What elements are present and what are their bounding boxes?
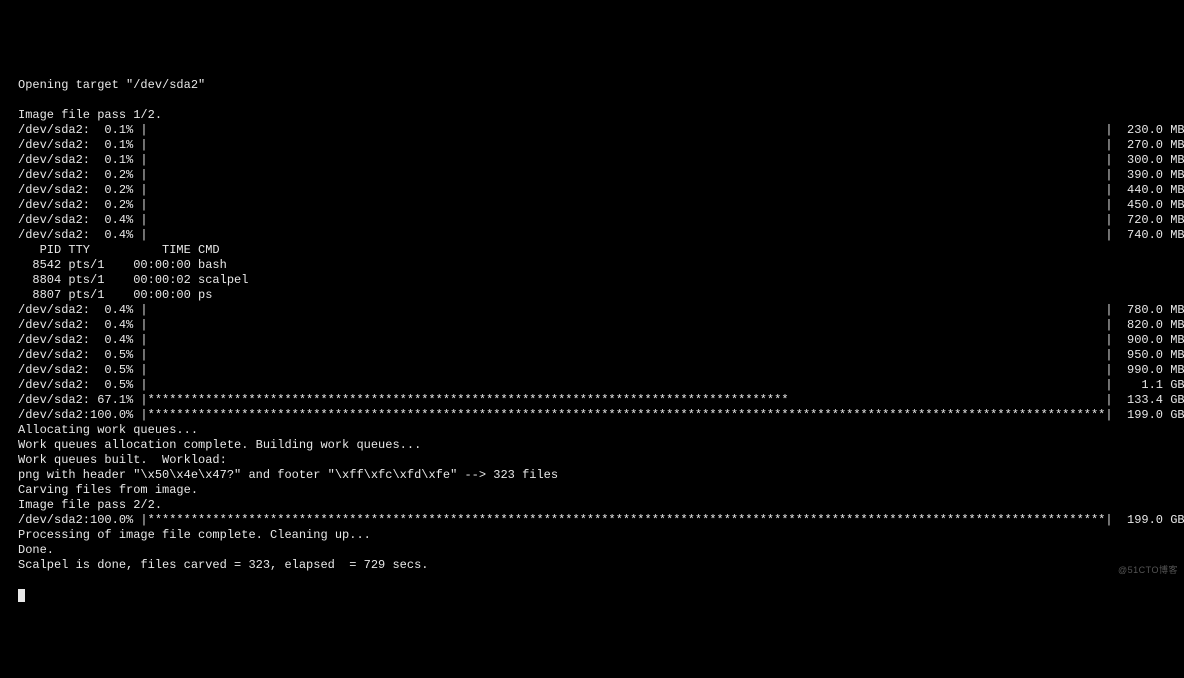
progress-line: /dev/sda2:100.0% |**********************…	[18, 408, 1166, 423]
progress-line: /dev/sda2: 0.1% | | 300.0 MB 05:15 ETA	[18, 153, 1166, 168]
progress-left: /dev/sda2: 0.1% |	[18, 123, 148, 138]
progress-bar: ****************************************…	[148, 513, 1106, 528]
progress-left: /dev/sda2: 0.4% |	[18, 228, 148, 243]
output-line: Work queues allocation complete. Buildin…	[18, 438, 1166, 453]
progress-bar	[148, 138, 1106, 153]
progress-left: /dev/sda2: 0.2% |	[18, 168, 148, 183]
progress-left: /dev/sda2: 0.2% |	[18, 198, 148, 213]
progress-bar	[148, 213, 1106, 228]
progress-bar	[148, 333, 1106, 348]
progress-line: /dev/sda2: 0.4% | | 820.0 MB 11:30 ETA	[18, 318, 1166, 333]
progress-left: /dev/sda2: 0.2% |	[18, 183, 148, 198]
progress-bar	[148, 168, 1106, 183]
progress-line: /dev/sda2: 0.4% | | 900.0 MB 11:37 ETA	[18, 333, 1166, 348]
progress-left: /dev/sda2: 0.5% |	[18, 348, 148, 363]
output-line: Image file pass 1/2.	[18, 108, 1166, 123]
progress-left: /dev/sda2: 0.1% |	[18, 153, 148, 168]
output-line: Image file pass 2/2.	[18, 498, 1166, 513]
progress-left: /dev/sda2:100.0% |	[18, 513, 148, 528]
output-line: 8807 pts/1 00:00:00 ps	[18, 288, 1166, 303]
progress-line: /dev/sda2: 0.5% | | 990.0 MB 12:03 ETA	[18, 363, 1166, 378]
progress-bar	[148, 228, 1106, 243]
progress-line: /dev/sda2: 0.1% | | 230.0 MB 02:04 ETA	[18, 123, 1166, 138]
output-line: Opening target "/dev/sda2"	[18, 78, 1166, 93]
progress-line: /dev/sda2: 0.5% | | 950.0 MB 11:52 ETA	[18, 348, 1166, 363]
progress-bar	[148, 363, 1106, 378]
output-line: Carving files from image.	[18, 483, 1166, 498]
progress-bar	[148, 198, 1106, 213]
progress-right: | 990.0 MB 12:03 ETA	[1105, 363, 1184, 378]
progress-line: /dev/sda2: 0.4% | | 780.0 MB 11:17 ETA	[18, 303, 1166, 318]
progress-line: /dev/sda2: 0.4% | | 740.0 MB 11:09 ETA	[18, 228, 1166, 243]
output-line: Work queues built. Workload:	[18, 453, 1166, 468]
progress-left: /dev/sda2: 0.4% |	[18, 333, 148, 348]
progress-right: | 440.0 MB 08:31 ETA	[1105, 183, 1184, 198]
progress-line: /dev/sda2: 67.1% |**********************…	[18, 393, 1166, 408]
progress-line: /dev/sda2: 0.2% | | 390.0 MB 07:37 ETA	[18, 168, 1166, 183]
progress-bar: ****************************************…	[148, 393, 1106, 408]
progress-right: | 133.4 GB 03:57 ETA	[1105, 393, 1184, 408]
progress-right: | 780.0 MB 11:17 ETA	[1105, 303, 1184, 318]
watermark: @51CTO博客	[1118, 563, 1178, 578]
progress-left: /dev/sda2: 67.1% |	[18, 393, 148, 408]
progress-line: /dev/sda2: 0.1% | | 270.0 MB 04:06 ETA	[18, 138, 1166, 153]
progress-right: | 1.1 GB 12:04 ETA	[1105, 378, 1184, 393]
progress-left: /dev/sda2: 0.4% |	[18, 213, 148, 228]
output-line: 8542 pts/1 00:00:00 bash	[18, 258, 1166, 273]
output-line: Allocating work queues...	[18, 423, 1166, 438]
output-line: 8804 pts/1 00:00:02 scalpel	[18, 273, 1166, 288]
progress-right: | 950.0 MB 11:52 ETA	[1105, 348, 1184, 363]
output-line	[18, 93, 1166, 108]
progress-left: /dev/sda2: 0.4% |	[18, 318, 148, 333]
progress-right: | 450.0 MB 08:41 ETA	[1105, 198, 1184, 213]
output-line: png with header "\x50\x4e\x47?" and foot…	[18, 468, 1166, 483]
progress-bar	[148, 123, 1106, 138]
progress-right: | 199.0 GB 00:00 ETA	[1105, 408, 1184, 423]
terminal-output: Opening target "/dev/sda2" Image file pa…	[18, 78, 1166, 573]
progress-bar	[148, 348, 1106, 363]
progress-right: | 300.0 MB 05:15 ETA	[1105, 153, 1184, 168]
progress-left: /dev/sda2: 0.5% |	[18, 378, 148, 393]
progress-bar	[148, 153, 1106, 168]
cursor	[18, 589, 25, 602]
progress-line: /dev/sda2: 0.2% | | 440.0 MB 08:31 ETA	[18, 183, 1166, 198]
progress-bar: ****************************************…	[148, 408, 1106, 423]
progress-left: /dev/sda2:100.0% |	[18, 408, 148, 423]
output-line: PID TTY TIME CMD	[18, 243, 1166, 258]
progress-bar	[148, 303, 1106, 318]
progress-line: /dev/sda2:100.0% |**********************…	[18, 513, 1166, 528]
progress-right: | 390.0 MB 07:37 ETA	[1105, 168, 1184, 183]
progress-line: /dev/sda2: 0.2% | | 450.0 MB 08:41 ETA	[18, 198, 1166, 213]
progress-right: | 740.0 MB 11:09 ETA	[1105, 228, 1184, 243]
progress-line: /dev/sda2: 0.5% | | 1.1 GB 12:04 ETA	[18, 378, 1166, 393]
progress-right: | 270.0 MB 04:06 ETA	[1105, 138, 1184, 153]
progress-right: | 230.0 MB 02:04 ETA	[1105, 123, 1184, 138]
progress-line: /dev/sda2: 0.4% | | 720.0 MB 11:01 ETA	[18, 213, 1166, 228]
output-line: Done.	[18, 543, 1166, 558]
progress-bar	[148, 183, 1106, 198]
progress-right: | 900.0 MB 11:37 ETA	[1105, 333, 1184, 348]
progress-bar	[148, 378, 1106, 393]
progress-right: | 820.0 MB 11:30 ETA	[1105, 318, 1184, 333]
progress-left: /dev/sda2: 0.5% |	[18, 363, 148, 378]
progress-right: | 720.0 MB 11:01 ETA	[1105, 213, 1184, 228]
output-line: Scalpel is done, files carved = 323, ela…	[18, 558, 1166, 573]
progress-bar	[148, 318, 1106, 333]
output-line: Processing of image file complete. Clean…	[18, 528, 1166, 543]
progress-right: | 199.0 GB 00:00 ETA	[1105, 513, 1184, 528]
progress-left: /dev/sda2: 0.4% |	[18, 303, 148, 318]
progress-left: /dev/sda2: 0.1% |	[18, 138, 148, 153]
